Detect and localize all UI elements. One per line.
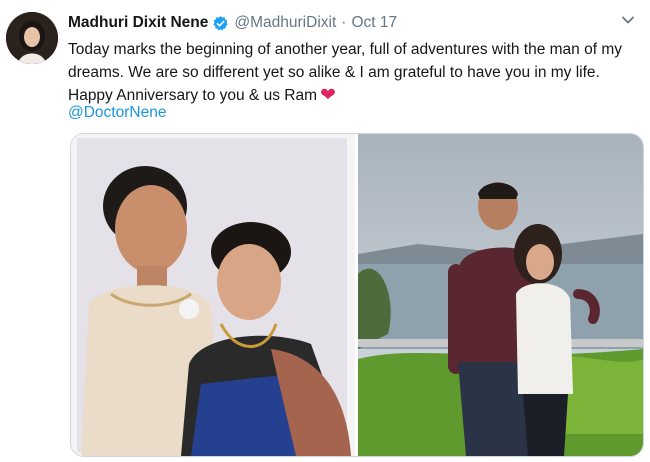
author-name[interactable]: Madhuri Dixit Nene [68,14,208,32]
chevron-down-icon[interactable] [620,12,636,28]
tweet-header: Madhuri Dixit Nene @MadhuriDixit · Oct 1… [68,12,397,34]
tweet-body: Today marks the beginning of another yea… [68,41,623,104]
separator-dot: · [341,14,347,31]
mention-link[interactable]: @DoctorNene [68,103,166,123]
tweet-date[interactable]: Oct 17 [351,14,397,32]
tweet-text: Today marks the beginning of another yea… [68,38,634,107]
couple-photo[interactable] [358,134,643,456]
verified-badge-icon [212,15,229,32]
avatar[interactable] [6,12,58,64]
author-handle[interactable]: @MadhuriDixit [234,14,336,32]
heart-icon: ❤ [319,85,336,106]
wedding-photo[interactable] [71,134,355,456]
media-grid [70,133,644,457]
tweet-card: Madhuri Dixit Nene @MadhuriDixit · Oct 1… [0,0,650,462]
